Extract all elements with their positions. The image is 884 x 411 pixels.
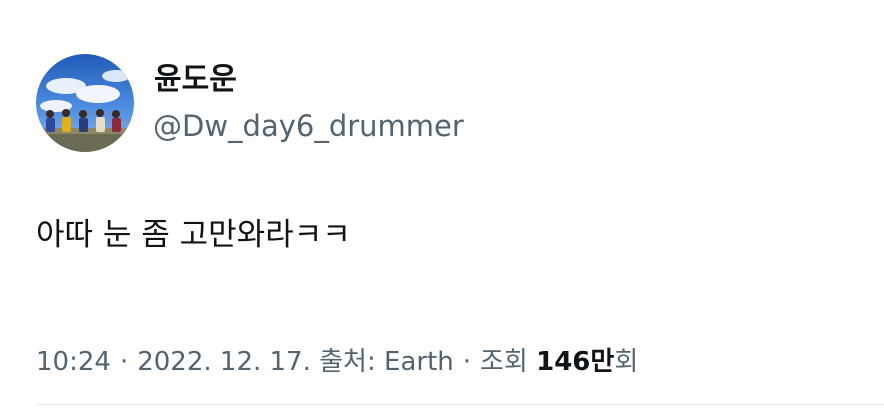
tweet-source: Earth	[384, 347, 454, 377]
tweet-date[interactable]: 2022. 12. 17.	[137, 347, 311, 377]
avatar[interactable]	[36, 54, 134, 152]
tweet-text: 아따 눈 좀 고만와라ㅋㅋ	[36, 217, 351, 253]
divider	[36, 404, 884, 405]
tweet-time[interactable]: 10:24	[36, 347, 111, 377]
author-display-name[interactable]: 윤도운	[154, 60, 237, 100]
meta-separator: ·	[119, 347, 129, 377]
meta-separator: ·	[462, 347, 472, 377]
views-count[interactable]: 146만	[536, 347, 614, 377]
views-suffix: 회	[614, 347, 639, 377]
tweet-meta: 10:24 · 2022. 12. 17. 출처: Earth · 조회 146만회	[36, 342, 638, 382]
source-label: 출처:	[319, 347, 376, 377]
tweet: 윤도운 @Dw_day6_drummer 아따 눈 좀 고만와라ㅋㅋ 10:24…	[0, 0, 884, 411]
avatar-image	[36, 54, 134, 152]
views-label: 조회	[480, 347, 528, 377]
author-handle[interactable]: @Dw_day6_drummer	[153, 106, 464, 146]
